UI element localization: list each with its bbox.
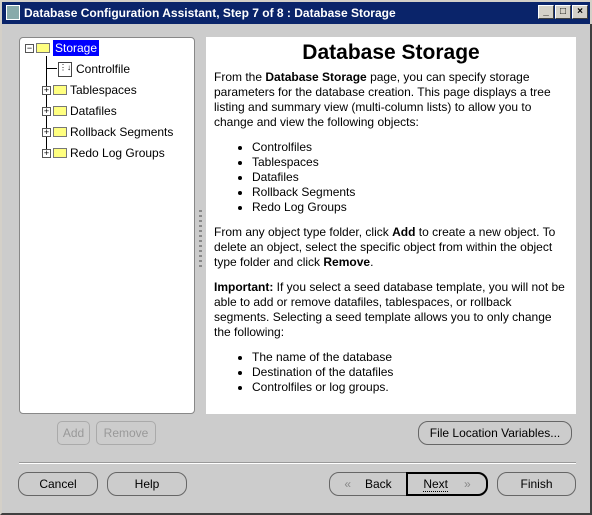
cancel-button[interactable]: Cancel bbox=[18, 472, 98, 496]
help-paragraph: Important: If you select a seed database… bbox=[214, 280, 565, 339]
tree-node-controlfile[interactable]: ⋮↓ Controlfile bbox=[58, 60, 130, 78]
remove-button[interactable]: Remove bbox=[96, 421, 156, 445]
chevron-right-icon: » bbox=[464, 477, 471, 491]
folder-icon bbox=[53, 148, 67, 158]
folder-icon bbox=[53, 85, 67, 95]
title-bar: Database Configuration Assistant, Step 7… bbox=[0, 0, 592, 24]
tree-node-datafiles[interactable]: + Datafiles bbox=[42, 102, 117, 120]
expand-icon[interactable]: + bbox=[42, 148, 51, 158]
tree-node-storage[interactable]: − Storage bbox=[25, 39, 100, 57]
close-button[interactable]: × bbox=[572, 5, 588, 19]
seed-list: The name of the database Destination of … bbox=[214, 350, 568, 395]
folder-icon bbox=[53, 106, 67, 116]
help-paragraph: From any object type folder, click Add t… bbox=[214, 225, 556, 269]
file-location-variables-button[interactable]: File Location Variables... bbox=[418, 421, 572, 445]
back-button[interactable]: «Back bbox=[329, 472, 407, 496]
tree-node-redo-log-groups[interactable]: + Redo Log Groups bbox=[42, 144, 165, 162]
chevron-left-icon: « bbox=[344, 477, 351, 491]
collapse-icon[interactable]: − bbox=[25, 43, 34, 53]
help-title: Database Storage bbox=[302, 41, 480, 64]
maximize-button[interactable]: □ bbox=[555, 5, 571, 19]
minimize-button[interactable]: _ bbox=[538, 5, 554, 19]
help-button[interactable]: Help bbox=[107, 472, 187, 496]
tree-node-rollback-segments[interactable]: + Rollback Segments bbox=[42, 123, 173, 141]
storage-tree[interactable]: − Storage ⋮↓ Controlfile + Tablespaces + D… bbox=[19, 37, 195, 414]
tree-node-tablespaces[interactable]: + Tablespaces bbox=[42, 81, 137, 99]
app-icon bbox=[6, 5, 20, 20]
expand-icon[interactable]: + bbox=[42, 106, 51, 116]
file-icon: ⋮↓ bbox=[58, 61, 72, 77]
expand-icon[interactable]: + bbox=[42, 85, 51, 95]
window-title: Database Configuration Assistant, Step 7… bbox=[24, 6, 396, 20]
splitter-handle[interactable] bbox=[199, 210, 202, 270]
help-panel: Database Storage From the Database Stora… bbox=[206, 37, 576, 414]
object-list: Controlfiles Tablespaces Datafiles Rollb… bbox=[214, 140, 568, 215]
folder-icon bbox=[53, 127, 67, 137]
next-button[interactable]: Next» bbox=[406, 472, 488, 496]
expand-icon[interactable]: + bbox=[42, 127, 51, 137]
folder-icon bbox=[36, 43, 50, 53]
divider bbox=[19, 462, 576, 464]
help-paragraph: From the Database Storage page, you can … bbox=[214, 70, 551, 129]
finish-button[interactable]: Finish bbox=[497, 472, 576, 496]
add-button[interactable]: Add bbox=[57, 421, 90, 445]
